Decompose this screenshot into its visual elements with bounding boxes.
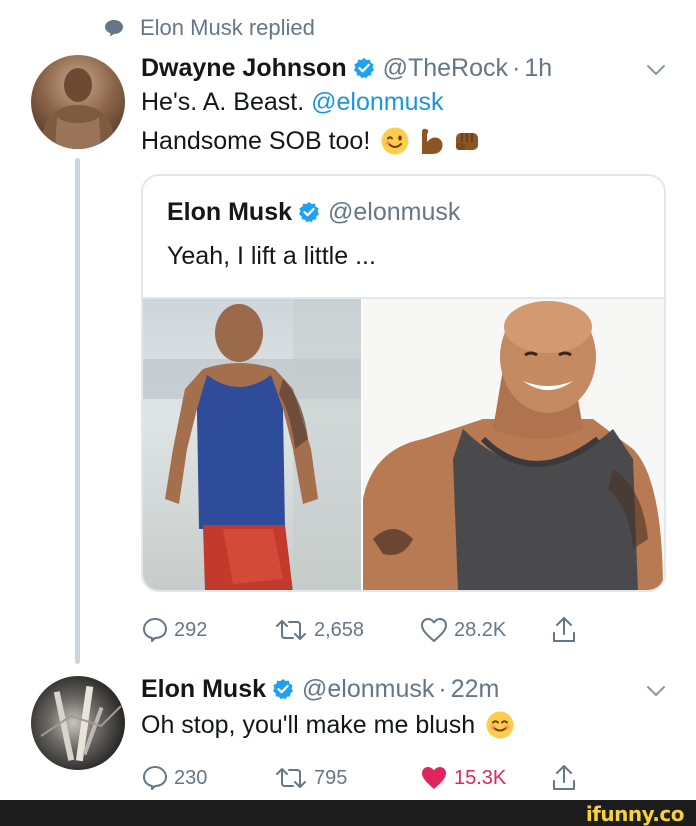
reply-button[interactable]: 292 xyxy=(142,617,207,643)
reply-tweet-header: Dwayne Johnson @TheRock · 1h xyxy=(141,52,552,84)
author-name[interactable]: Elon Musk xyxy=(141,675,266,704)
tweet-text: Oh stop, you'll make me blush xyxy=(141,710,476,739)
retweet-count: 795 xyxy=(314,766,348,789)
share-button[interactable] xyxy=(552,616,582,644)
quoted-photo-right[interactable] xyxy=(363,299,664,590)
separator-dot: · xyxy=(512,53,521,82)
ifunny-watermark: ifunny.co xyxy=(585,802,685,826)
verified-badge-icon xyxy=(273,679,294,700)
tweet-text-line-1: He's. A. Beast. @elonmusk xyxy=(141,88,444,122)
retweet-button[interactable]: 2,658 xyxy=(274,618,364,642)
winking-face-icon xyxy=(381,127,409,155)
heart-outline-icon xyxy=(421,618,447,642)
quoted-photo-left[interactable] xyxy=(143,299,361,590)
like-count: 28.2K xyxy=(454,618,507,641)
retweet-icon xyxy=(276,768,306,788)
replied-text: Elon Musk replied xyxy=(140,15,315,40)
like-count: 15.3K xyxy=(454,766,507,789)
quoted-author-name: Elon Musk xyxy=(167,197,293,226)
retweet-button[interactable]: 795 xyxy=(274,766,347,790)
separator-dot: · xyxy=(438,674,447,703)
quoted-author-handle: @elonmusk xyxy=(328,197,461,226)
quoted-tweet-header: Elon Musk @elonmusk xyxy=(167,196,460,228)
quoted-tweet-card[interactable]: Elon Musk @elonmusk Yeah, I lift a littl… xyxy=(141,174,666,592)
photo xyxy=(363,301,663,590)
share-button[interactable] xyxy=(552,764,582,792)
avatar[interactable] xyxy=(31,55,125,149)
tweet-text: Handsome SOB too! xyxy=(141,126,371,155)
reply-tweet-actions: 292 2,658 28.2K xyxy=(142,614,592,646)
tweet-text-line: Oh stop, you'll make me blush xyxy=(141,708,515,742)
author-name[interactable]: Dwayne Johnson xyxy=(141,54,347,83)
avatar-photo xyxy=(41,68,115,149)
author-handle[interactable]: @elonmusk xyxy=(302,675,434,704)
avatar[interactable] xyxy=(31,676,125,770)
elon-tweet-actions: 230 795 15.3K xyxy=(142,762,592,794)
avatar-photo xyxy=(40,685,122,762)
reply-icon xyxy=(143,766,167,790)
replied-context: Elon Musk replied xyxy=(104,13,315,43)
flexed-biceps-icon xyxy=(422,128,443,154)
timestamp[interactable]: 22m xyxy=(451,675,500,704)
smiling-face-blushing-icon xyxy=(486,711,514,739)
retweet-count: 2,658 xyxy=(314,618,365,641)
mention-link[interactable]: @elonmusk xyxy=(311,88,443,116)
share-icon xyxy=(553,765,575,790)
share-icon xyxy=(553,617,575,642)
like-button[interactable]: 28.2K xyxy=(420,617,506,643)
reply-count: 230 xyxy=(174,766,208,789)
reply-count: 292 xyxy=(174,618,208,641)
author-handle[interactable]: @TheRock xyxy=(383,54,508,83)
verified-badge-icon xyxy=(353,58,374,79)
tweet-text: He's. A. Beast. xyxy=(141,88,305,116)
elon-tweet-header: Elon Musk @elonmusk · 22m xyxy=(141,673,499,705)
speech-bubble-icon xyxy=(105,20,123,37)
oncoming-fist-icon xyxy=(456,133,479,150)
quoted-tweet-text: Yeah, I lift a little ... xyxy=(167,242,376,270)
thread-line xyxy=(75,158,80,664)
chevron-down-icon[interactable] xyxy=(646,64,666,76)
reply-icon xyxy=(143,618,167,642)
timestamp[interactable]: 1h xyxy=(524,54,552,83)
heart-filled-icon xyxy=(422,767,446,789)
verified-badge-icon xyxy=(299,202,320,223)
chevron-down-icon[interactable] xyxy=(646,685,666,697)
photo xyxy=(143,299,361,590)
retweet-icon xyxy=(276,620,306,640)
like-button[interactable]: 15.3K xyxy=(420,765,506,791)
reply-button[interactable]: 230 xyxy=(142,765,207,791)
tweet-text-line-2: Handsome SOB too! xyxy=(141,124,482,158)
